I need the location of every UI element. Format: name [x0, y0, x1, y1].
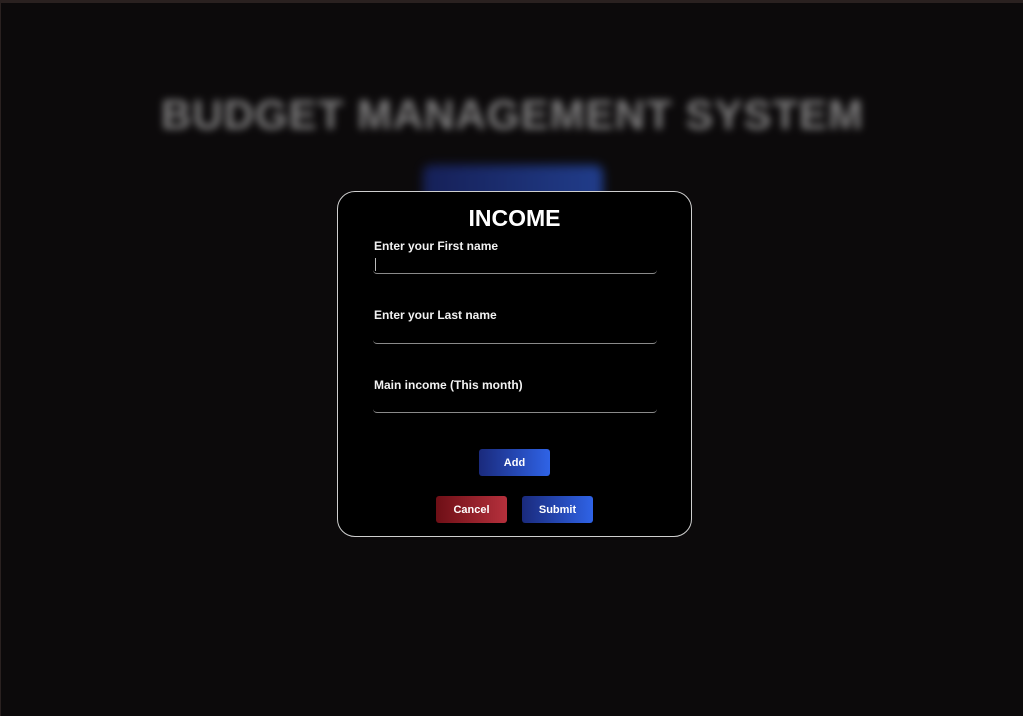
submit-button[interactable]: Submit [522, 496, 593, 523]
first-name-label: Enter your First name [374, 239, 499, 253]
income-modal: INCOME Enter your First name Enter your … [337, 191, 692, 537]
app-window: BUDGET MANAGEMENT SYSTEM INCOME Enter yo… [0, 0, 1023, 716]
last-name-label: Enter your Last name [374, 308, 497, 322]
first-name-input[interactable] [373, 254, 657, 274]
text-cursor [375, 258, 376, 271]
last-name-input[interactable] [373, 324, 657, 344]
main-income-label: Main income (This month) [374, 378, 523, 392]
add-button[interactable]: Add [479, 449, 550, 476]
cancel-button[interactable]: Cancel [436, 496, 507, 523]
main-income-input[interactable] [373, 393, 657, 413]
page-title: BUDGET MANAGEMENT SYSTEM [160, 91, 864, 138]
modal-title: INCOME [468, 205, 561, 231]
